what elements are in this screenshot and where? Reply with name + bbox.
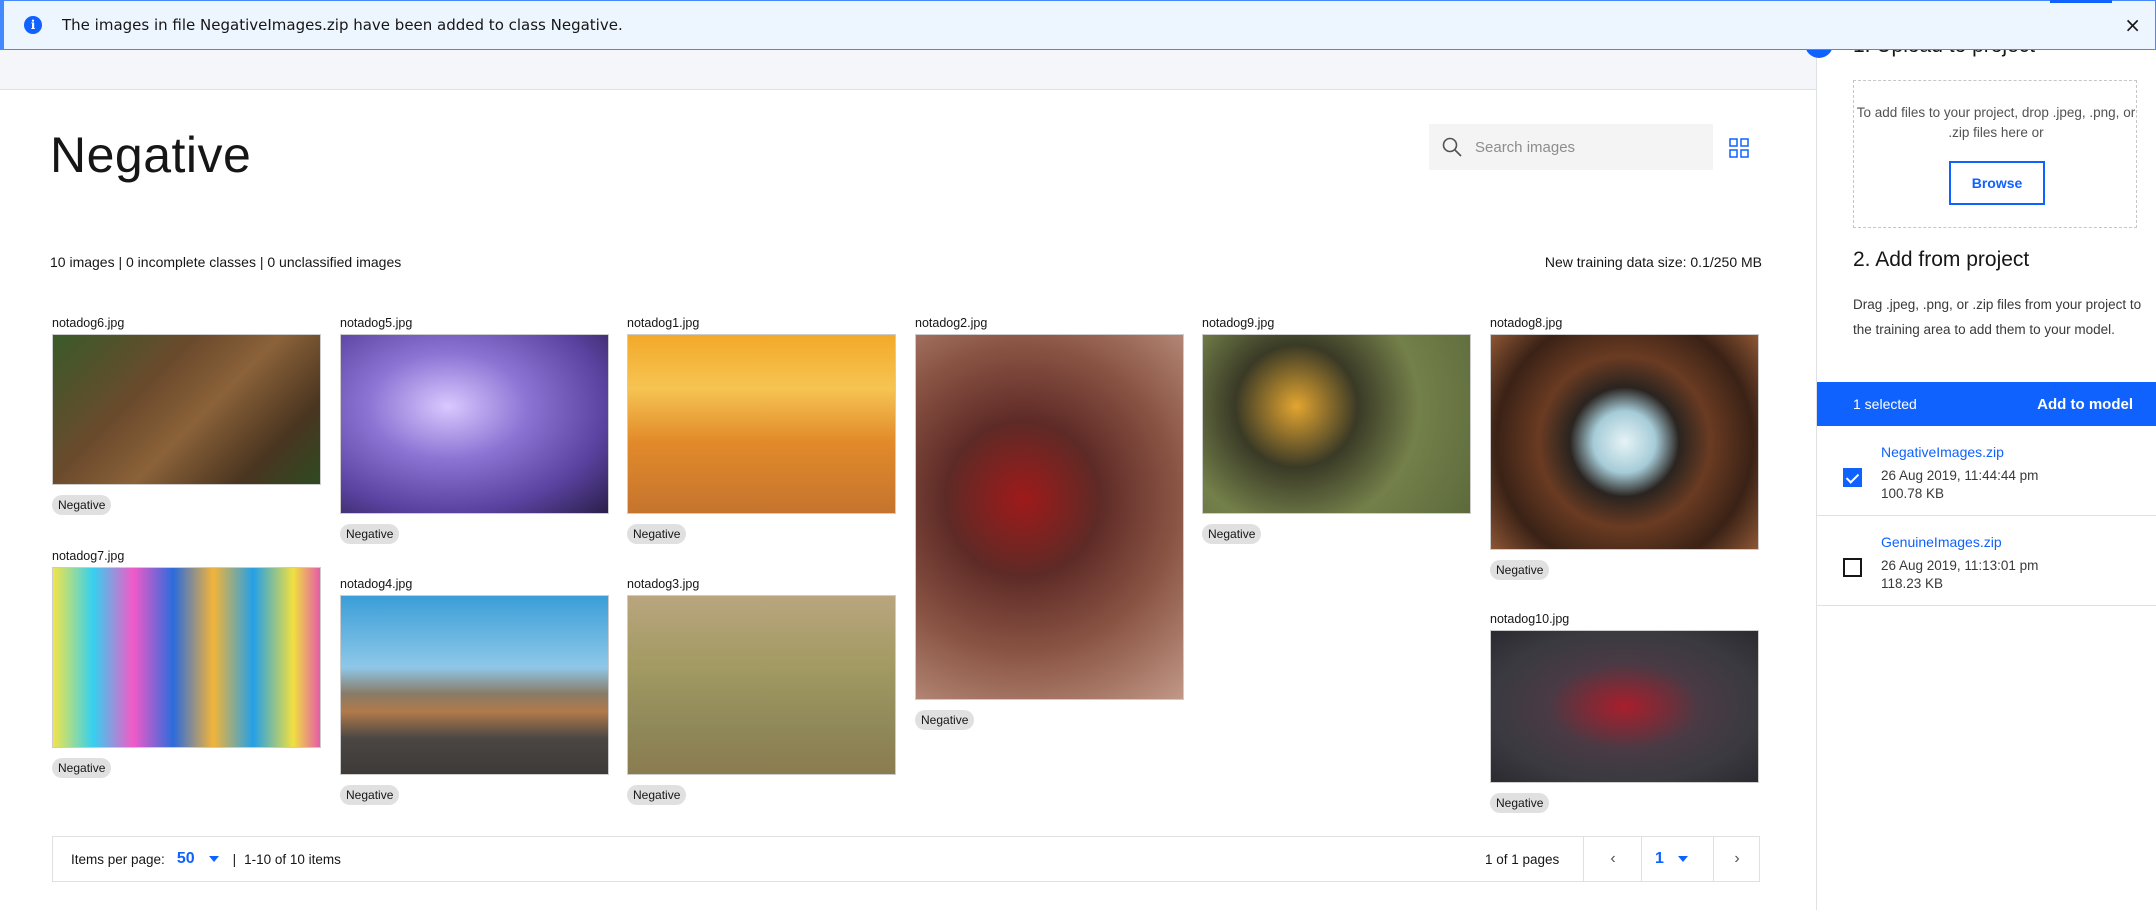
dropzone-text: To add files to your project, drop .jpeg… — [1856, 105, 2136, 140]
file-name[interactable]: NegativeImages.zip — [1881, 444, 2004, 460]
image-filename: notadog9.jpg — [1202, 316, 1275, 330]
image-filename: notadog8.jpg — [1490, 316, 1563, 330]
active-tab-indicator — [2050, 0, 2112, 3]
image-thumbnail[interactable] — [915, 334, 1184, 700]
pagination-bar: Items per page: 50 | 1-10 of 10 items 1 … — [52, 836, 1760, 882]
items-per-page-label: Items per page: — [71, 851, 165, 867]
image-filename: notadog4.jpg — [340, 577, 413, 591]
main-content: Negative 10 images | 0 incomplete classe… — [0, 90, 1816, 910]
image-thumbnail[interactable] — [1202, 334, 1471, 514]
file-size: 100.78 KB — [1881, 486, 1945, 501]
image-card[interactable]: notadog10.jpg Negative — [1490, 612, 1759, 813]
class-tag: Negative — [1202, 524, 1262, 544]
image-thumbnail[interactable] — [1490, 334, 1759, 550]
add-from-project-heading: 2. Add from project — [1853, 248, 2030, 271]
chevron-down-icon — [1677, 856, 1688, 862]
file-size: 118.23 KB — [1881, 576, 1944, 591]
image-card[interactable]: notadog9.jpg Negative — [1202, 316, 1471, 544]
image-thumbnail[interactable] — [52, 334, 321, 485]
chevron-right-icon[interactable]: › — [1717, 850, 1757, 868]
image-stats: 10 images | 0 incomplete classes | 0 unc… — [50, 254, 402, 270]
image-thumbnail[interactable] — [52, 567, 321, 748]
project-file-item[interactable]: NegativeImages.zip 26 Aug 2019, 11:44:44… — [1817, 426, 2156, 516]
image-filename: notadog3.jpg — [627, 577, 700, 591]
divider — [1713, 837, 1714, 881]
image-card[interactable]: notadog6.jpg Negative — [52, 316, 321, 515]
image-filename: notadog7.jpg — [52, 549, 125, 563]
current-page: 1 — [1655, 850, 1664, 867]
class-tag: Negative — [52, 758, 112, 778]
image-card[interactable]: notadog4.jpg Negative — [340, 577, 609, 805]
image-card[interactable]: notadog2.jpg Negative — [915, 316, 1184, 730]
divider — [1641, 837, 1642, 881]
image-card[interactable]: notadog1.jpg Negative — [627, 316, 896, 544]
training-data-size: New training data size: 0.1/250 MB — [1544, 254, 1762, 270]
selection-bar: 1 selected Add to model — [1817, 382, 2156, 426]
notification-message: The images in file NegativeImages.zip ha… — [62, 16, 623, 34]
class-tag: Negative — [340, 524, 400, 544]
class-tag: Negative — [627, 785, 687, 805]
search-icon — [1442, 137, 1462, 157]
divider — [1583, 837, 1584, 881]
separator: | — [232, 851, 237, 867]
image-card[interactable]: notadog7.jpg Negative — [52, 549, 321, 778]
sub-header — [0, 50, 1816, 90]
class-tag: Negative — [1490, 793, 1550, 813]
image-filename: notadog6.jpg — [52, 316, 125, 330]
page-count: 1 of 1 pages — [1485, 851, 1560, 867]
close-icon[interactable]: × — [2124, 13, 2141, 37]
items-per-page-value: 50 — [176, 850, 195, 867]
image-card[interactable]: notadog5.jpg Negative — [340, 316, 609, 544]
class-tag: Negative — [1490, 560, 1550, 580]
file-name[interactable]: GenuineImages.zip — [1881, 534, 2002, 550]
info-icon: i — [24, 16, 42, 34]
notification-banner: i The images in file NegativeImages.zip … — [0, 0, 2156, 50]
items-per-page-select[interactable]: 50 — [177, 850, 219, 868]
search-input[interactable] — [1475, 138, 1695, 156]
selected-count: 1 selected — [1853, 396, 1917, 412]
image-card[interactable]: notadog8.jpg Negative — [1490, 316, 1759, 580]
item-range: 1-10 of 10 items — [244, 851, 341, 867]
image-thumbnail[interactable] — [340, 334, 609, 514]
chevron-down-icon — [208, 856, 219, 862]
checkbox-icon[interactable] — [1843, 558, 1862, 577]
file-dropzone[interactable]: To add files to your project, drop .jpeg… — [1853, 80, 2137, 228]
image-filename: notadog10.jpg — [1490, 612, 1570, 626]
image-thumbnail[interactable] — [340, 595, 609, 775]
image-thumbnail[interactable] — [627, 334, 896, 514]
page-select[interactable]: 1 — [1655, 850, 1688, 868]
class-tag: Negative — [52, 495, 112, 515]
image-filename: notadog1.jpg — [627, 316, 700, 330]
add-from-project-description: Drag .jpeg, .png, or .zip files from you… — [1853, 297, 2142, 337]
image-filename: notadog5.jpg — [340, 316, 413, 330]
class-tag: Negative — [340, 785, 400, 805]
image-thumbnail[interactable] — [627, 595, 896, 775]
file-date: 26 Aug 2019, 11:13:01 pm — [1881, 558, 2039, 573]
add-to-model-button[interactable]: Add to model — [2037, 396, 2133, 413]
image-thumbnail[interactable] — [1490, 630, 1759, 783]
browse-button[interactable]: Browse — [1949, 161, 2045, 205]
image-filename: notadog2.jpg — [915, 316, 988, 330]
grid-view-icon[interactable] — [1729, 138, 1749, 158]
search-box[interactable] — [1429, 124, 1713, 170]
page-title: Negative — [50, 127, 252, 183]
file-date: 26 Aug 2019, 11:44:44 pm — [1881, 468, 2039, 483]
chevron-left-icon[interactable]: ‹ — [1593, 850, 1633, 868]
side-panel: 1. Upload to project To add files to you… — [1805, 0, 2156, 910]
project-file-item[interactable]: GenuineImages.zip 26 Aug 2019, 11:13:01 … — [1817, 516, 2156, 606]
class-tag: Negative — [915, 710, 975, 730]
class-tag: Negative — [627, 524, 687, 544]
image-card[interactable]: notadog3.jpg Negative — [627, 577, 896, 805]
checkbox-icon[interactable] — [1843, 468, 1862, 487]
